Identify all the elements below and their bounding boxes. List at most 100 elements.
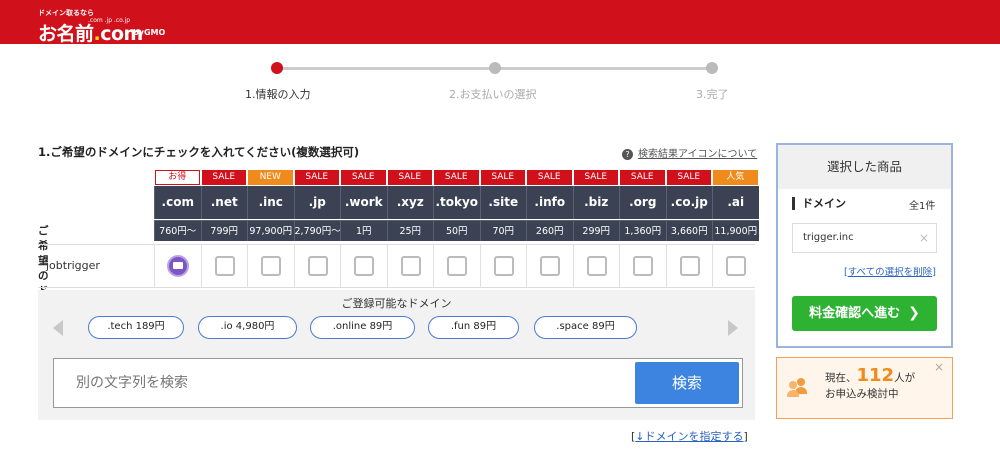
- close-icon[interactable]: ×: [934, 360, 944, 374]
- step-dot-1: [271, 62, 283, 74]
- selected-domain-name: trigger.inc: [803, 232, 854, 243]
- promo-suffix: 人が: [894, 372, 916, 384]
- selected-domain: trigger.inc ×: [792, 223, 937, 253]
- promo-prefix: 現在、: [825, 372, 857, 384]
- domain-checkbox[interactable]: [214, 256, 235, 276]
- search-input[interactable]: [54, 359, 634, 407]
- tld-badge: SALE: [294, 170, 339, 185]
- tld-badge: お得: [155, 170, 200, 185]
- tld-badge: SALE: [573, 170, 618, 185]
- promo-text: 現在、112人が お申込み検討中: [825, 365, 916, 402]
- tld-price: 70円: [479, 220, 526, 241]
- tld-header: .work: [340, 186, 387, 219]
- suggestion-pill[interactable]: .io 4,980円: [198, 316, 297, 339]
- domain-checkbox[interactable]: [586, 256, 607, 276]
- cart-panel: 選択した商品 ドメイン 全1件 trigger.inc × [すべての選択を削除…: [776, 143, 953, 348]
- tld-price: 799円: [200, 220, 247, 241]
- domain-cell: [433, 245, 480, 288]
- promo-line2: お申込み検討中: [825, 388, 899, 400]
- tld-price: 260円: [526, 220, 573, 241]
- tld-price: 1円: [340, 220, 387, 241]
- domain-cell: [200, 245, 248, 288]
- domain-cell: [386, 245, 434, 288]
- header-bar: ドメイン取るなら .com .jp .co.jp お名前.com byGMO: [0, 0, 1000, 45]
- bracket-close: ]: [932, 267, 936, 278]
- tld-header: .ai: [712, 186, 759, 219]
- tld-header: .inc: [247, 186, 294, 219]
- bracket-close: ]: [743, 430, 748, 443]
- domain-name: jobtrigger: [46, 259, 100, 272]
- icon-help-link[interactable]: ? 検索結果アイコンについて: [622, 145, 757, 160]
- icon-help-text[interactable]: 検索結果アイコンについて: [638, 149, 757, 160]
- domain-checkbox[interactable]: [633, 256, 654, 276]
- tld-badge: 人気: [713, 170, 758, 185]
- remove-icon[interactable]: ×: [919, 224, 929, 252]
- tld-price: 50円: [433, 220, 480, 241]
- tld-header: .jp: [293, 186, 340, 219]
- tld-badge: SALE: [434, 170, 479, 185]
- proceed-button[interactable]: 料金確認へ進む ❯: [792, 296, 937, 331]
- table-row: jobtrigger: [38, 244, 755, 288]
- domain-cell: [154, 245, 201, 288]
- domain-checkbox[interactable]: [307, 256, 328, 276]
- tld-header: .biz: [572, 186, 619, 219]
- domain-cell: [293, 245, 341, 288]
- logo-tagline: ドメイン取るなら: [38, 9, 94, 17]
- tld-header: .com: [154, 186, 201, 219]
- logo-text: お名前.com: [38, 23, 143, 45]
- carousel-prev-icon[interactable]: [53, 320, 63, 336]
- proceed-label: 料金確認へ進む: [809, 306, 901, 321]
- chevron-right-icon: ❯: [908, 305, 920, 321]
- suggestion-pill[interactable]: .tech 189円: [88, 316, 184, 339]
- tld-price: 299円: [572, 220, 619, 241]
- tld-price: 97,900円: [247, 220, 294, 241]
- tld-price: 760円〜: [154, 220, 201, 241]
- domain-checkbox[interactable]: [540, 256, 561, 276]
- domain-cell: [665, 245, 713, 288]
- tld-badge: SALE: [480, 170, 525, 185]
- specify-domain: [↓ドメインを指定する]: [631, 428, 748, 444]
- clear-all-link[interactable]: すべての選択を削除: [848, 267, 932, 278]
- domain-checkbox[interactable]: [447, 256, 468, 276]
- tld-price: 2,790円〜: [293, 220, 341, 241]
- domain-cell: [526, 245, 573, 288]
- specify-domain-link[interactable]: ↓ドメインを指定する: [635, 430, 743, 443]
- promo-count: 112: [856, 365, 895, 386]
- tld-price: 25円: [386, 220, 433, 241]
- step-dot-3: [706, 62, 718, 74]
- progress-steps: 1.情報の入力 2.お支払いの選択 3.完了: [0, 60, 1000, 110]
- carousel-next-icon[interactable]: [728, 320, 738, 336]
- domain-cell: [340, 245, 387, 288]
- domain-checkbox[interactable]: [400, 256, 421, 276]
- step-line-2: [495, 67, 712, 70]
- suggestion-title: ご登録可能なドメイン: [341, 297, 452, 310]
- domain-cell: [572, 245, 620, 288]
- promo-box: × 現在、112人が お申込み検討中: [776, 357, 953, 419]
- domain-cell: [247, 245, 294, 288]
- domain-checkbox[interactable]: [354, 256, 375, 276]
- search-box: 検索: [53, 358, 743, 408]
- domain-cell: [619, 245, 666, 288]
- domain-checkbox[interactable]: [679, 256, 700, 276]
- suggestion-panel: ご登録可能なドメイン .tech 189円 .io 4,980円 .online…: [38, 290, 755, 420]
- step-line-1: [277, 67, 495, 70]
- step-dot-2: [489, 62, 501, 74]
- tld-badge: SALE: [387, 170, 432, 185]
- tld-badge: SALE: [527, 170, 572, 185]
- tld-badge: SALE: [666, 170, 711, 185]
- people-icon: [787, 378, 810, 397]
- domain-checkbox[interactable]: [726, 256, 747, 276]
- tld-badge: SALE: [201, 170, 246, 185]
- logo-gmo: byGMO: [133, 28, 166, 37]
- domain-cell: [479, 245, 527, 288]
- cart-count: 全1件: [909, 201, 936, 212]
- search-button[interactable]: 検索: [635, 362, 739, 404]
- suggestion-pill[interactable]: .fun 89円: [428, 316, 519, 339]
- tld-price: 1,360円: [619, 220, 666, 241]
- mail-icon[interactable]: [167, 255, 190, 277]
- suggestion-pill[interactable]: .space 89円: [534, 316, 637, 339]
- tld-header: .site: [479, 186, 526, 219]
- domain-checkbox[interactable]: [261, 256, 282, 276]
- domain-checkbox[interactable]: [493, 256, 514, 276]
- suggestion-pill[interactable]: .online 89円: [310, 316, 415, 339]
